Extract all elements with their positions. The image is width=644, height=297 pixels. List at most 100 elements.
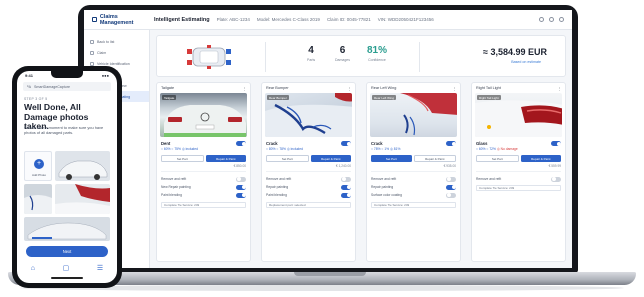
set-part-button[interactable]: Set Part (161, 155, 204, 162)
no-damage-flag: ◎ No damage (496, 147, 518, 151)
option-label: Remove and refit (476, 177, 502, 182)
side-photo (24, 217, 110, 241)
more-icon[interactable]: ⋮ (242, 86, 246, 91)
damage-card-rear-bumper: Rear Bumper ⋮ Rear Bumper Crack ○ 80% ○ 7… (261, 82, 356, 262)
stat-value: 81% (367, 45, 388, 56)
service-select[interactable]: Complete Tie Service: 249 (371, 201, 456, 208)
phone-screen: 9:41 ●●● ᴬA SmartDamageCapture STEP 3 OF… (17, 71, 117, 283)
damage-photo[interactable]: Right Tail Light (475, 93, 562, 137)
camera-plus-icon: + (34, 159, 44, 169)
option-label: New Repair painting (161, 185, 191, 190)
option-toggle[interactable] (236, 176, 246, 182)
photo-tag: Rear Left Wing (372, 95, 397, 100)
repair-paint-button[interactable]: Repair & Paint (310, 155, 351, 162)
damage-toggle[interactable] (236, 141, 246, 146)
repair-paint-button[interactable]: Repair & Paint (205, 155, 246, 162)
tabs-icon[interactable]: ▢ (63, 264, 70, 272)
damage-type: Glass (476, 141, 488, 146)
app-url: SmartDamageCapture (34, 84, 70, 89)
sidebar-item-label: Claim (97, 50, 107, 55)
breadcrumb-vin: VIN: WDD2050421F123456 (377, 17, 434, 22)
option-label: Remove and refit (161, 177, 187, 182)
photo-thumbnail[interactable] (24, 184, 52, 214)
damage-meta-values: ○ 60% ○ 72% (476, 147, 496, 151)
repair-paint-button[interactable]: Repair & Paint (413, 155, 456, 162)
option-toggle[interactable] (446, 176, 456, 182)
phone-description: Please take a moment to make sure you ha… (24, 125, 104, 135)
breadcrumb-plate: Plate: ABC-1234 (216, 17, 250, 22)
damage-toggle[interactable] (551, 141, 561, 146)
more-icon[interactable]: ⋮ (452, 86, 456, 91)
photo-tag: Right Tail Light (477, 95, 501, 100)
status-time: 9:41 (25, 73, 34, 78)
damage-photo[interactable]: Tailgate (160, 93, 247, 137)
user-icon[interactable] (559, 17, 564, 22)
laptop-notch (294, 272, 366, 276)
card-title: Rear Bumper (266, 86, 289, 90)
option-toggle[interactable] (236, 184, 246, 190)
card-title: Rear Left Wing (371, 86, 397, 90)
part-price: € 935.00 (443, 164, 456, 168)
damage-card-tailgate: Tailgate ⋮ Tailgate Dent ○ 60% ○ 75% ◎ in… (156, 82, 251, 262)
brand: Claims Management (84, 14, 150, 26)
card-title: Tailgate (161, 86, 175, 90)
breadcrumb-claim: Claim ID: 0045-77821 (326, 17, 371, 22)
help-icon[interactable] (539, 17, 544, 22)
divider (476, 171, 561, 172)
estimate-summary-card: 4 Parts 6 Damages 81% Confidence ≈ 3,584… (156, 35, 566, 77)
add-photo-button[interactable]: + Add Photo (24, 151, 52, 181)
damage-photo[interactable]: Rear Left Wing (370, 93, 457, 137)
damage-toggle[interactable] (341, 141, 351, 146)
set-part-button[interactable]: Set Part (371, 155, 412, 162)
photo-thumbnail[interactable] (55, 184, 110, 214)
notification-icon[interactable] (549, 17, 554, 22)
sidebar-item-claim[interactable]: Claim (84, 47, 149, 58)
set-part-button[interactable]: Set Part (266, 155, 309, 162)
photo-thumbnail[interactable] (55, 151, 110, 181)
option-toggle[interactable] (341, 184, 351, 190)
arrow-left-icon (90, 39, 94, 44)
more-icon[interactable]: ⋮ (557, 86, 561, 91)
option-label: Remove and refit (266, 177, 292, 182)
home-icon[interactable]: ⌂ (31, 265, 35, 272)
car-icon (90, 61, 94, 66)
menu-icon[interactable] (92, 17, 97, 22)
menu-icon[interactable]: ☰ (97, 264, 103, 272)
next-button[interactable]: Next (26, 246, 108, 257)
sidebar-item-back[interactable]: Back to list (84, 36, 149, 47)
service-select[interactable]: Complete Tie Service: 249 (476, 185, 561, 192)
total-subtext[interactable]: Based on estimate (511, 60, 541, 64)
signal-icon: ●●● (101, 73, 109, 78)
damage-type: Dent (161, 141, 171, 146)
stat-damages: 6 Damages (335, 45, 350, 62)
divider (371, 171, 456, 172)
service-select[interactable]: Complete Tie Service: 249 (161, 201, 246, 208)
divider (266, 171, 351, 172)
stat-label: Parts (307, 58, 316, 62)
page-title: Intelligent Estimating (154, 16, 210, 23)
stat-parts: 4 Parts (307, 45, 315, 62)
option-toggle[interactable] (551, 176, 561, 182)
option-toggle[interactable] (446, 192, 456, 198)
option-toggle[interactable] (341, 192, 351, 198)
phone-notch (51, 71, 83, 78)
option-toggle[interactable] (236, 192, 246, 198)
repair-paint-button[interactable]: Repair & Paint (520, 155, 561, 162)
option-toggle[interactable] (446, 184, 456, 190)
more-icon[interactable]: ⋮ (347, 86, 351, 91)
damage-card-rear-left-wing: Rear Left Wing ⋮ Rear Left Wing Crack ○ 7… (366, 82, 461, 262)
car-photo (55, 151, 110, 181)
home-indicator (51, 277, 83, 279)
aa-icon[interactable]: ᴬA (27, 85, 31, 89)
damage-type: Crack (371, 141, 383, 146)
option-label: Remove and refit (371, 177, 397, 182)
app-header: ᴬA SmartDamageCapture (23, 82, 111, 91)
photo-thumbnail[interactable] (24, 217, 110, 241)
option-toggle[interactable] (341, 176, 351, 182)
stat-confidence: 81% Confidence (367, 45, 387, 62)
set-part-button[interactable]: Set Part (476, 155, 519, 162)
laptop-screen: Claims Management Intelligent Estimating… (84, 10, 572, 268)
service-select[interactable]: Replacement part: selected (266, 201, 351, 208)
damage-toggle[interactable] (446, 141, 456, 146)
damage-photo[interactable]: Rear Bumper (265, 93, 352, 137)
